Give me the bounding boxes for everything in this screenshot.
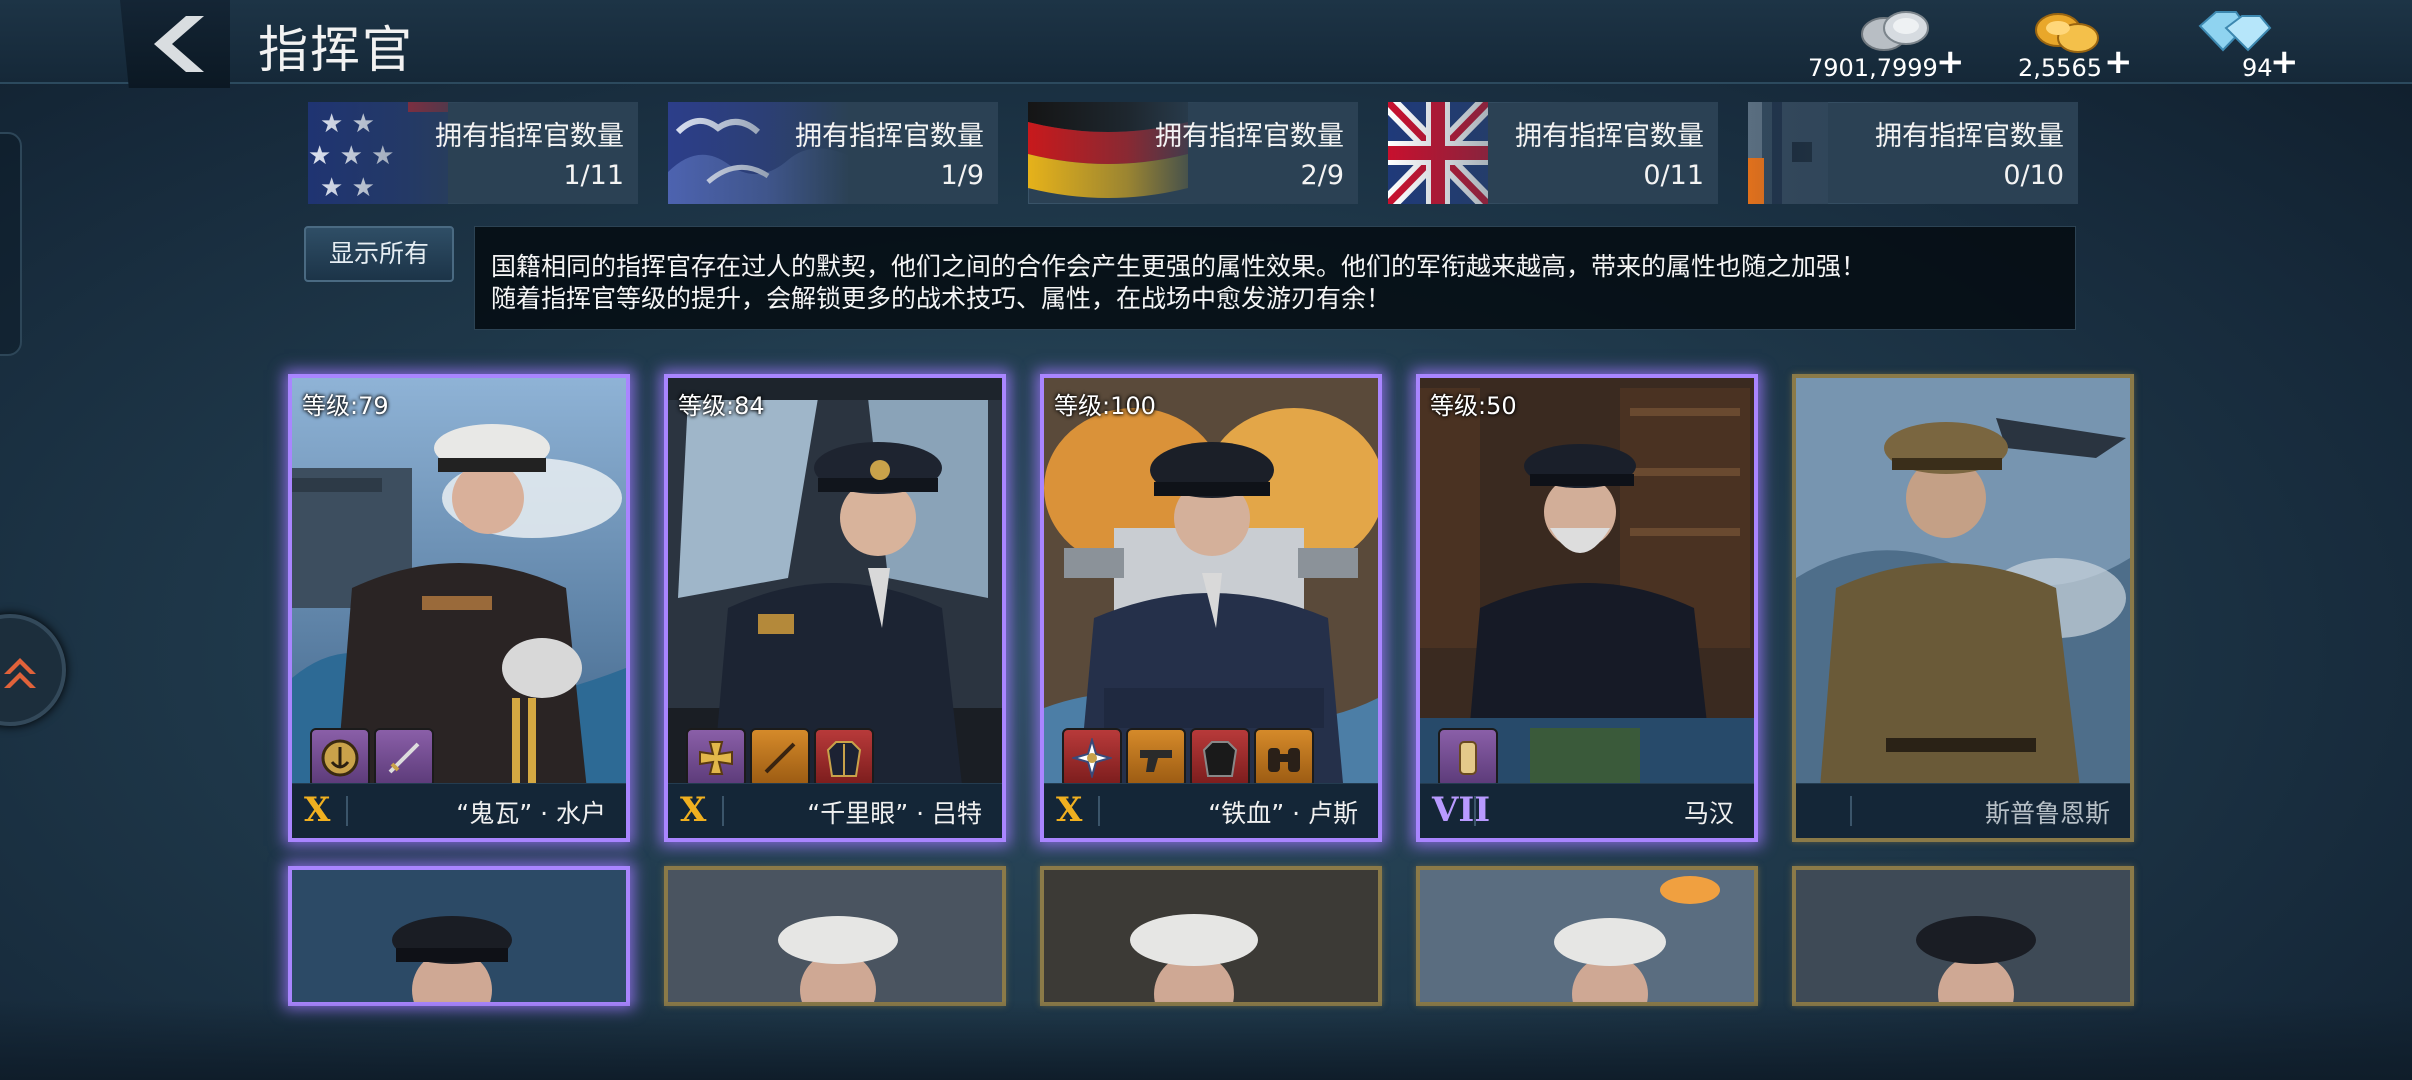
commander-portrait [668, 870, 1002, 1002]
commander-card-row2-4[interactable] [1416, 866, 1758, 1006]
nation-count-label: 拥有指挥官数量 [795, 121, 984, 152]
divider [1850, 796, 1852, 826]
divider [346, 796, 348, 826]
top-bar: 指挥官 7901,7999 + 2,5565 + 94 + [0, 0, 2412, 88]
diamond-icon [2198, 11, 2272, 52]
silver-currency[interactable]: 7901,7999 + [1800, 4, 1965, 82]
commander-name: “千里眼” · 吕特 [807, 799, 982, 828]
description-line-1: 国籍相同的指挥官存在过人的默契，他们之间的合作会产生更强的属性效果。他们的军衔越… [491, 252, 1867, 281]
commander-card-lutjens[interactable]: 等级:84 X “千里眼” · 吕特 [664, 374, 1006, 842]
commander-name: 斯普鲁恩斯 [1984, 799, 2110, 828]
silver-coins-icon [1861, 11, 1929, 51]
commander-portrait [292, 870, 626, 1002]
add-diamond-button[interactable]: + [2270, 42, 2299, 82]
nation-count-label: 拥有指挥官数量 [1875, 121, 2064, 152]
commander-name: “铁血” · 卢斯 [1208, 799, 1358, 828]
anchor-medal-icon[interactable] [310, 728, 370, 788]
back-arrow-icon [154, 16, 204, 72]
commander-card-row2-2[interactable] [664, 866, 1006, 1006]
commander-portrait [1420, 870, 1754, 1002]
commander-level: 等级:84 [678, 392, 765, 420]
cross-medal-icon[interactable] [1062, 728, 1122, 788]
rank-badge: X [304, 790, 331, 830]
nation-count: 1/11 [563, 160, 624, 191]
divider [1474, 796, 1476, 826]
nation-filter-usa[interactable]: ★ ★ ★ ★ ★ ★ ★ 拥有指挥官数量 1/11 [308, 102, 638, 204]
page-title: 指挥官 [258, 21, 414, 79]
show-all-button[interactable]: 显示所有 [304, 226, 454, 282]
commander-card-spruance[interactable]: 斯普鲁恩斯 [1792, 374, 2134, 842]
commander-level: 等级:100 [1054, 392, 1156, 420]
iron-cross-icon[interactable] [686, 728, 746, 788]
sword-icon[interactable] [750, 728, 810, 788]
silver-amount: 7901,7999 [1808, 54, 1938, 82]
commander-level: 等级:50 [1430, 392, 1517, 420]
commander-name: “鬼瓦” · 水户 [456, 799, 606, 828]
description-box: 国籍相同的指挥官存在过人的默契，他们之间的合作会产生更强的属性效果。他们的军衔越… [474, 226, 2076, 330]
nation-filter-germany[interactable]: 拥有指挥官数量 2/9 [1028, 102, 1358, 204]
commander-card-row2-5[interactable] [1792, 866, 2134, 1006]
nation-count-label: 拥有指挥官数量 [435, 121, 624, 152]
commander-card-mahan[interactable]: 等级:50 VII 马汉 [1416, 374, 1758, 842]
rank-badge: X [1056, 790, 1083, 830]
nation-count: 0/10 [2003, 160, 2064, 191]
divider [722, 796, 724, 826]
nation-count: 0/11 [1643, 160, 1704, 191]
description-line-2: 随着指挥官等级的提升，会解锁更多的战术技巧、属性，在战场中愈发游刃有余！ [491, 284, 1392, 313]
menu-arrow-icon [4, 658, 36, 688]
gold-amount: 2,5565 [2018, 54, 2102, 82]
coat-icon[interactable] [814, 728, 874, 788]
rank-badge: VII [1432, 790, 1491, 830]
side-panel [0, 132, 22, 356]
nation-count-label: 拥有指挥官数量 [1155, 121, 1344, 152]
scroll-icon[interactable] [1438, 728, 1498, 788]
commander-portrait [1044, 870, 1378, 1002]
gold-coins-icon [2035, 13, 2099, 53]
nation-count: 1/9 [940, 160, 984, 191]
commander-card-ruth[interactable]: 等级:100 X “铁血” · 卢斯 [1040, 374, 1382, 842]
commander-level: 等级:79 [302, 392, 389, 420]
sword-icon[interactable] [374, 728, 434, 788]
nation-filter-uk[interactable]: 拥有指挥官数量 0/11 [1388, 102, 1718, 204]
commander-portrait [1796, 378, 2130, 838]
commander-card-mito[interactable]: 等级:79 X “鬼瓦” · 水户 [288, 374, 630, 842]
rank-badge: X [680, 790, 707, 830]
gold-currency[interactable]: 2,5565 + [2010, 4, 2160, 82]
back-button[interactable] [120, 0, 230, 88]
binoculars-icon[interactable] [1254, 728, 1314, 788]
nation-count-label: 拥有指挥官数量 [1515, 121, 1704, 152]
floating-menu-button[interactable] [0, 614, 66, 726]
commander-card-row2-1[interactable] [288, 866, 630, 1006]
commander-card-row2-3[interactable] [1040, 866, 1382, 1006]
nation-filter-japan[interactable]: 拥有指挥官数量 1/9 [668, 102, 998, 204]
card-footer: X “千里眼” · 吕特 [668, 783, 1002, 838]
divider [1098, 796, 1100, 826]
add-silver-button[interactable]: + [1936, 42, 1965, 82]
card-footer: X “铁血” · 卢斯 [1044, 783, 1378, 838]
card-footer: 斯普鲁恩斯 [1796, 783, 2130, 838]
pistol-icon[interactable] [1126, 728, 1186, 788]
commander-name: 马汉 [1683, 799, 1734, 828]
nation-count: 2/9 [1300, 160, 1344, 191]
bottom-fade [0, 1000, 2412, 1080]
diamond-amount: 94 [2242, 54, 2273, 82]
coat-icon[interactable] [1190, 728, 1250, 788]
commander-portrait [1796, 870, 2130, 1002]
card-footer: X “鬼瓦” · 水户 [292, 783, 626, 838]
diamond-currency[interactable]: 94 + [2190, 4, 2300, 82]
add-gold-button[interactable]: + [2104, 42, 2133, 82]
card-footer: VII 马汉 [1420, 783, 1754, 838]
nation-filter-other[interactable]: 拥有指挥官数量 0/10 [1748, 102, 2078, 204]
